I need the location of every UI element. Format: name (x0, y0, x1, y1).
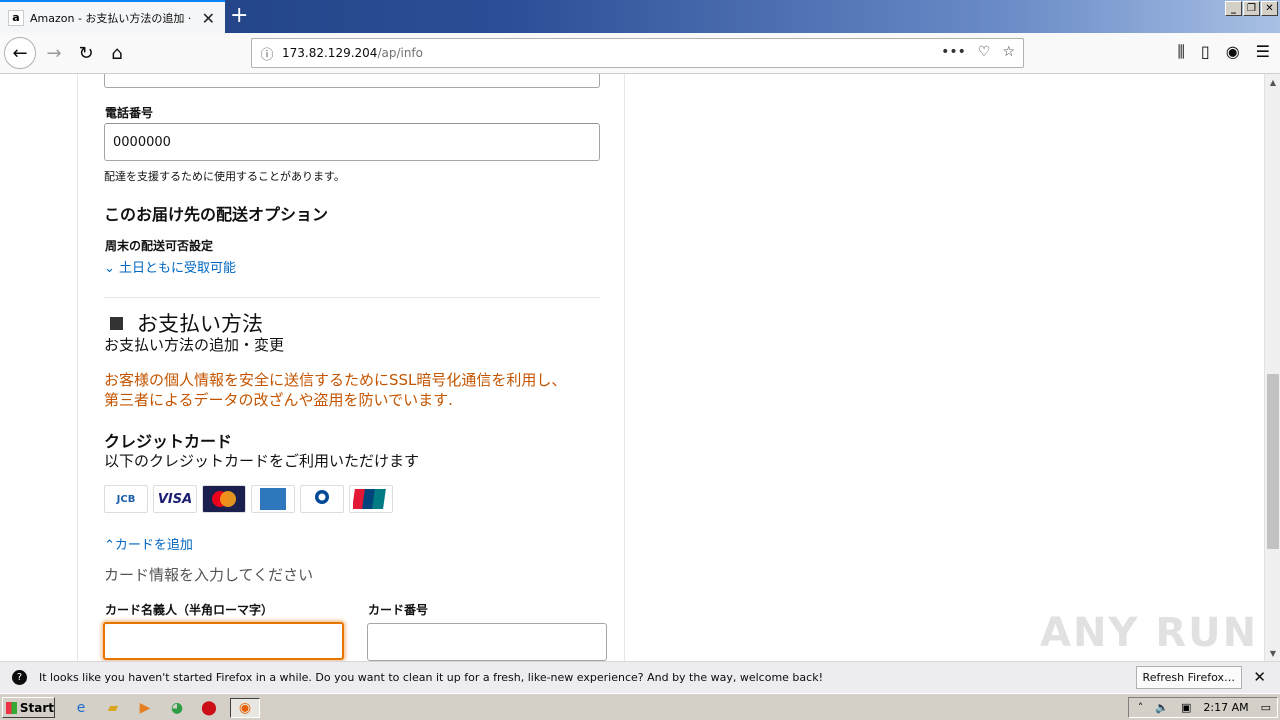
window-controls: _ ❐ ✕ (1225, 1, 1278, 16)
close-window-icon[interactable]: ✕ (1261, 1, 1278, 16)
url-host: 173.82.129.204 (282, 46, 378, 60)
title-bar: a Amazon - お支払い方法の追加 · S ✕ + _ ❐ ✕ (0, 0, 1280, 33)
hamburger-icon[interactable]: ☰ (1256, 42, 1270, 62)
add-card-link[interactable]: ⌃カードを追加 (104, 534, 193, 553)
notification-bar: ? It looks like you haven't started Fire… (0, 661, 1280, 693)
card-number-input[interactable] (367, 623, 607, 661)
reload-icon[interactable]: ↻ (70, 37, 102, 69)
windows-flag-icon (6, 701, 17, 714)
start-button[interactable]: Start (2, 697, 55, 718)
divider (104, 297, 600, 298)
square-bullet-icon (110, 316, 123, 330)
new-tab-button[interactable]: + (230, 3, 248, 29)
ssl-notice: お客様の個人情報を安全に送信するためにSSL暗号化通信を利用し、 第三者によるデ… (104, 370, 624, 410)
ssl-notice-line1: お客様の個人情報を安全に送信するためにSSL暗号化通信を利用し、 (104, 371, 567, 389)
taskbar: Start e ▰ ▶ ◕ ⬤ ◉ ˄ 🔈 ▣ 2:17 AM ▭ (0, 693, 1280, 720)
delivery-options-heading: このお届け先の配送オプション (104, 205, 329, 224)
minimize-icon[interactable]: _ (1225, 1, 1242, 16)
card-info-prompt: カード情報を入力してください (104, 566, 314, 584)
library-icon[interactable]: ⫼ (1178, 42, 1185, 62)
watermark-logo: ANY RUN (1040, 610, 1259, 656)
scroll-thumb[interactable] (1267, 374, 1279, 549)
star-icon[interactable]: ☆ (1002, 44, 1015, 60)
toolbar-right: ⫼ ▯ ◉ ☰ (1178, 42, 1271, 62)
card-logos: JCB VISA (104, 485, 393, 513)
clock[interactable]: 2:17 AM (1203, 701, 1248, 714)
unionpay-logo-icon (349, 485, 393, 513)
credit-card-subheading: 以下のクレジットカードをご利用いただけます (104, 452, 420, 470)
cardholder-label: カード名義人（半角ローマ字） (105, 603, 274, 617)
add-card-link-text: カードを追加 (114, 538, 193, 553)
forward-arrow-icon[interactable]: → (38, 37, 70, 69)
previous-input-field[interactable] (104, 74, 600, 88)
tray-chevron-icon[interactable]: ˄ (1138, 701, 1144, 714)
url-bar[interactable]: ⓘ 173.82.129.204/ap/info ••• ♡ ☆ (251, 38, 1024, 68)
firefox-taskbar-icon[interactable]: ◉ (230, 698, 260, 718)
amazon-favicon-icon: a (8, 9, 24, 26)
info-icon[interactable]: ⓘ (252, 44, 282, 63)
media-player-icon[interactable]: ▶ (134, 698, 156, 718)
back-arrow-icon[interactable]: ← (4, 37, 36, 69)
scroll-up-icon[interactable]: ▲ (1265, 74, 1280, 90)
visa-logo-icon: VISA (153, 485, 197, 513)
amex-logo-icon (251, 485, 295, 513)
folder-icon[interactable]: ▰ (102, 698, 124, 718)
card-number-label: カード番号 (368, 603, 429, 617)
browser-tab[interactable]: a Amazon - お支払い方法の追加 · S ✕ (0, 0, 225, 33)
volume-icon[interactable]: 🔈 (1155, 701, 1169, 714)
system-tray: ˄ 🔈 ▣ 2:17 AM ▭ (1128, 697, 1278, 718)
ie-icon[interactable]: e (70, 698, 92, 718)
ellipsis-icon[interactable]: ••• (941, 44, 966, 60)
phone-input[interactable]: 0000000 (104, 123, 600, 161)
start-label: Start (19, 700, 54, 715)
vertical-scrollbar[interactable]: ▲ ▼ (1264, 74, 1280, 661)
restore-icon[interactable]: ❐ (1243, 1, 1260, 16)
chevron-down-icon: ⌄ (104, 261, 120, 276)
url-path: /ap/info (377, 46, 423, 60)
notification-close-icon[interactable]: ✕ (1253, 668, 1266, 686)
chevron-up-icon: ⌃ (104, 538, 115, 553)
weekend-link-text: 土日ともに受取可能 (119, 261, 237, 276)
refresh-firefox-button[interactable]: Refresh Firefox… (1135, 666, 1242, 689)
weekend-label: 周末の配送可否設定 (105, 239, 214, 253)
weekend-link[interactable]: ⌄ 土日ともに受取可能 (104, 257, 236, 276)
form-column: 電話番号 0000000 配達を支援するために使用することがあります。 このお届… (77, 74, 625, 661)
opera-icon[interactable]: ⬤ (198, 698, 220, 718)
question-icon: ? (12, 670, 27, 685)
url-actions: ••• ♡ ☆ (941, 44, 1015, 60)
cardholder-input[interactable] (103, 622, 344, 660)
mastercard-logo-icon (202, 485, 246, 513)
diners-logo-icon (300, 485, 344, 513)
credit-card-heading: クレジットカード (104, 432, 233, 451)
scroll-down-icon[interactable]: ▼ (1265, 645, 1280, 661)
account-icon[interactable]: ◉ (1226, 42, 1240, 62)
show-desktop-icon[interactable]: ▭ (1261, 701, 1271, 714)
phone-note: 配達を支援するために使用することがあります。 (104, 170, 345, 183)
tab-title: Amazon - お支払い方法の追加 · S (30, 11, 195, 25)
notification-text: It looks like you haven't started Firefo… (39, 671, 823, 684)
tab-close-icon[interactable]: ✕ (202, 9, 215, 28)
phone-label: 電話番号 (105, 106, 154, 120)
ssl-notice-line2: 第三者によるデータの改ざんや盗用を防いでいます. (104, 391, 453, 409)
sidebar-icon[interactable]: ▯ (1201, 42, 1210, 62)
chrome-icon[interactable]: ◕ (166, 698, 188, 718)
jcb-logo-icon: JCB (104, 485, 148, 513)
nav-bar: ← → ↻ ⌂ ⓘ 173.82.129.204/ap/info ••• ♡ ☆… (0, 33, 1280, 74)
payment-subheading: お支払い方法の追加・変更 (104, 336, 285, 354)
url-text[interactable]: 173.82.129.204/ap/info (282, 46, 423, 60)
page-content: 電話番号 0000000 配達を支援するために使用することがあります。 このお届… (0, 74, 1264, 661)
network-icon[interactable]: ▣ (1181, 701, 1191, 714)
home-icon[interactable]: ⌂ (101, 37, 133, 69)
pocket-icon[interactable]: ♡ (978, 44, 991, 60)
quick-launch: e ▰ ▶ ◕ ⬤ ◉ (70, 698, 260, 718)
